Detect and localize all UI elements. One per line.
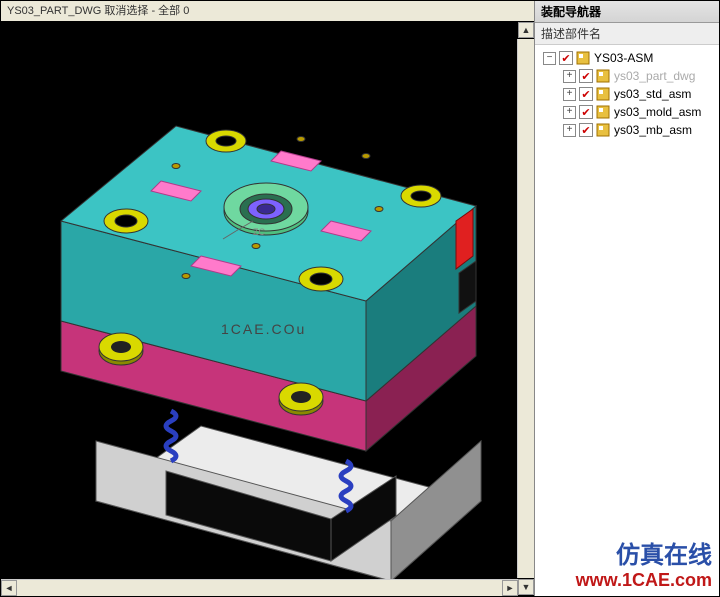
assembly-icon xyxy=(596,105,610,119)
tree-label: ys03_part_dwg xyxy=(614,69,695,83)
checkbox-icon[interactable]: ✔ xyxy=(579,123,593,137)
tree-row-child[interactable]: + ✔ ys03_std_asm xyxy=(537,85,717,103)
viewport-scrollbar-vertical[interactable]: ▲ ▼ xyxy=(517,39,534,578)
tree-label: ys03_mold_asm xyxy=(614,105,701,119)
app-root: YS03_PART_DWG 取消选择 - 全部 0 xyxy=(0,0,720,597)
svg-text:ZC: ZC xyxy=(253,227,265,237)
assembly-icon xyxy=(596,69,610,83)
panel-title: 装配导航器 xyxy=(535,1,719,23)
tree-label: YS03-ASM xyxy=(594,51,653,65)
tree-label: ys03_mb_asm xyxy=(614,123,692,137)
tree-row-root[interactable]: − ✔ YS03-ASM xyxy=(537,49,717,67)
tree-row-child[interactable]: + ✔ ys03_mold_asm xyxy=(537,103,717,121)
panel-column-header[interactable]: 描述部件名 xyxy=(535,23,719,45)
scroll-left-button[interactable]: ◄ xyxy=(1,580,17,596)
main-area: YS03_PART_DWG 取消选择 - 全部 0 xyxy=(1,1,535,596)
model-render: ZC xyxy=(1,21,531,581)
checkbox-icon[interactable]: ✔ xyxy=(559,51,573,65)
scroll-up-button[interactable]: ▲ xyxy=(518,22,534,38)
expander-icon[interactable]: + xyxy=(563,124,576,137)
document-title: YS03_PART_DWG 取消选择 - 全部 0 xyxy=(7,5,189,17)
assembly-icon xyxy=(576,51,590,65)
expander-icon[interactable]: + xyxy=(563,106,576,119)
checkbox-icon[interactable]: ✔ xyxy=(579,105,593,119)
tree-row-child[interactable]: + ✔ ys03_mb_asm xyxy=(537,121,717,139)
watermark-url: www.1CAE.com xyxy=(576,570,712,591)
viewport-scrollbar-horizontal[interactable]: ◄ ► xyxy=(1,579,518,596)
scroll-down-button[interactable]: ▼ xyxy=(518,579,534,595)
scroll-right-button[interactable]: ► xyxy=(502,580,518,596)
watermark-cn: 仿真在线 xyxy=(576,535,712,570)
document-title-bar: YS03_PART_DWG 取消选择 - 全部 0 xyxy=(1,1,534,21)
expander-icon[interactable]: − xyxy=(543,52,556,65)
assembly-icon xyxy=(596,87,610,101)
page-watermark: 仿真在线 www.1CAE.com xyxy=(576,535,712,591)
tree-label: ys03_std_asm xyxy=(614,87,691,101)
expander-icon[interactable]: + xyxy=(563,70,576,83)
checkbox-icon[interactable]: ✔ xyxy=(579,87,593,101)
3d-viewport[interactable]: ZC 1CAE.COu ▲ ▼ ◄ ► xyxy=(1,21,534,596)
assembly-navigator-panel: 装配导航器 描述部件名 − ✔ YS03-ASM + ✔ ys03_part_d… xyxy=(535,1,719,596)
tree-row-child[interactable]: + ✔ ys03_part_dwg xyxy=(537,67,717,85)
viewport-watermark: 1CAE.COu xyxy=(221,321,306,337)
assembly-icon xyxy=(596,123,610,137)
assembly-tree[interactable]: − ✔ YS03-ASM + ✔ ys03_part_dwg + ✔ xyxy=(535,45,719,596)
checkbox-icon[interactable]: ✔ xyxy=(579,69,593,83)
expander-icon[interactable]: + xyxy=(563,88,576,101)
